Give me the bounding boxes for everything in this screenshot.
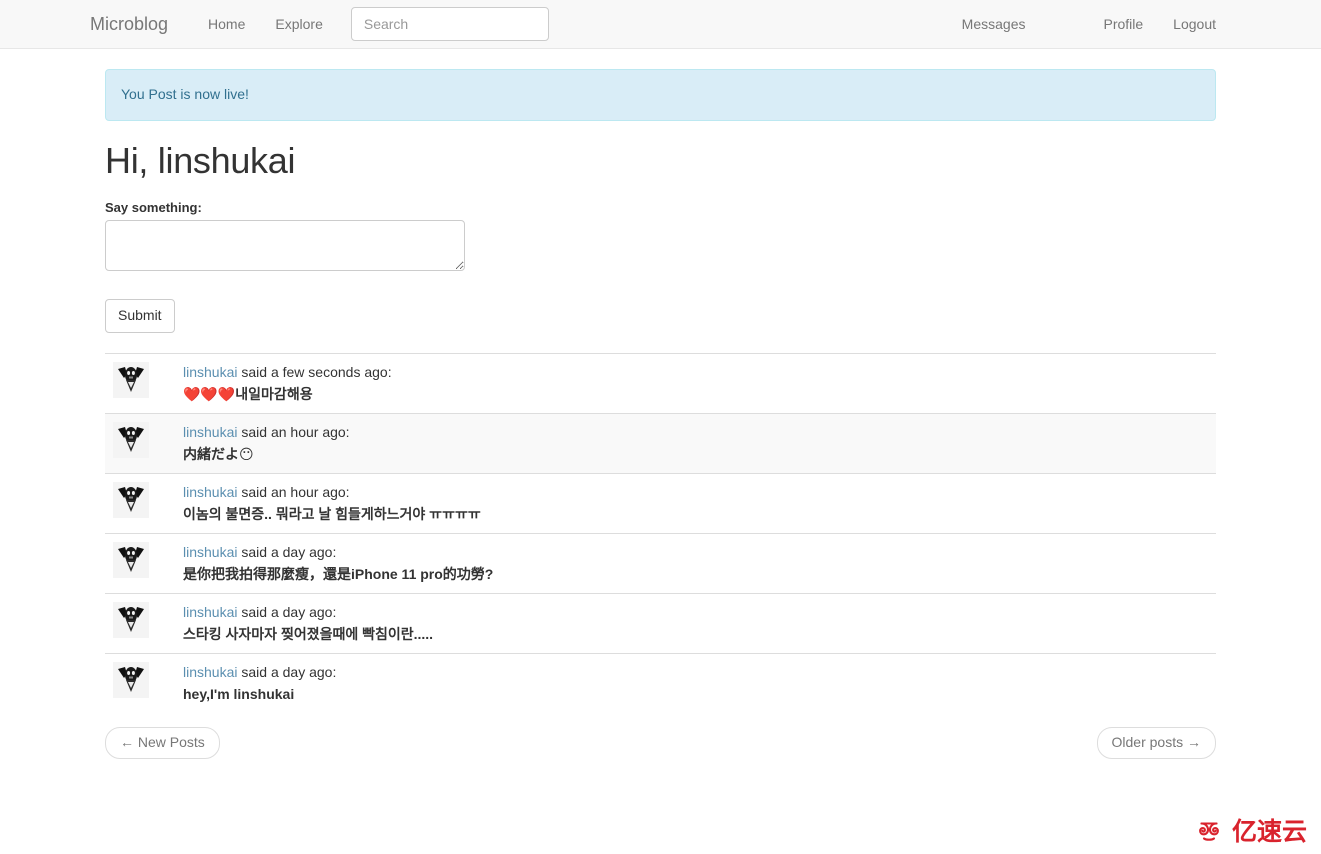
posts-table-body: linshukai said a few seconds ago: ❤️❤️❤️… [105, 353, 1216, 714]
avatar [113, 542, 149, 579]
post-avatar-cell [105, 534, 175, 594]
post-author-link[interactable]: linshukai [183, 544, 237, 560]
table-row: linshukai said a day ago: hey,I'm linshu… [105, 653, 1216, 714]
watermark: 亿速云 [1191, 817, 1307, 846]
post-meta: linshukai said a day ago: [183, 662, 1208, 682]
post-meta: linshukai said an hour ago: [183, 482, 1208, 502]
post-body: 是你把我拍得那麼瘦，還是iPhone 11 pro的功勞? [183, 566, 494, 583]
post-timestamp: said an hour ago: [241, 484, 350, 501]
table-row: linshukai said an hour ago: 이놈의 불면증.. 뭐라… [105, 473, 1216, 534]
post-avatar-cell [105, 354, 175, 414]
cloud-logo-icon [1191, 817, 1227, 846]
nav-item-explore[interactable]: Explore [260, 0, 337, 49]
flash-alert: You Post is now live! [105, 69, 1216, 121]
post-body: 이놈의 불면증.. 뭐라고 날 힘들게하느거야 ㅠㅠㅠㅠ [183, 506, 481, 523]
post-meta: linshukai said a day ago: [183, 602, 1208, 622]
pagination: ← New Posts Older posts → [105, 727, 1216, 777]
post-form: Say something: Submit [105, 200, 1216, 334]
table-row: linshukai said a day ago: 스타킹 사자마자 찢어졌을때… [105, 593, 1216, 654]
post-timestamp: said a day ago: [241, 604, 337, 621]
avatar [113, 422, 149, 459]
post-timestamp: said a few seconds ago: [241, 364, 392, 381]
posts-table: linshukai said a few seconds ago: ❤️❤️❤️… [105, 353, 1216, 713]
post-content-cell: linshukai said a day ago: 스타킹 사자마자 찢어졌을때… [175, 594, 1216, 654]
post-avatar-cell [105, 414, 175, 474]
post-author-link[interactable]: linshukai [183, 484, 237, 500]
top-navbar: Microblog Home Explore Messages Profile … [0, 0, 1321, 49]
main-container: You Post is now live! Hi, linshukai Say … [90, 69, 1231, 777]
table-row: linshukai said a day ago: 是你把我拍得那麼瘦，還是iP… [105, 533, 1216, 594]
nav-left-group: Home Explore [193, 0, 338, 48]
brand-logo[interactable]: Microblog [90, 14, 183, 34]
post-avatar-cell [105, 594, 175, 654]
page-title: Hi, linshukai [105, 139, 296, 181]
avatar [113, 662, 149, 699]
table-row: linshukai said an hour ago: 内緒だよ😶 [105, 413, 1216, 474]
post-meta: linshukai said a day ago: [183, 542, 1208, 562]
post-textarea[interactable] [105, 220, 465, 272]
post-form-group: Say something: [105, 200, 1216, 272]
post-author-link[interactable]: linshukai [183, 364, 237, 380]
watermark-text: 亿速云 [1231, 817, 1307, 846]
post-avatar-cell [105, 654, 175, 714]
avatar [113, 482, 149, 519]
search-input[interactable] [350, 7, 549, 41]
older-posts-button[interactable]: Older posts → [1096, 727, 1216, 760]
post-body: 스타킹 사자마자 찢어졌을때에 빡침이란..... [183, 626, 434, 643]
post-field-label: Say something: [105, 200, 202, 216]
post-author-link[interactable]: linshukai [183, 424, 237, 440]
nav-right-group: Messages Profile Logout [947, 0, 1231, 48]
post-author-link[interactable]: linshukai [183, 604, 237, 620]
post-content-cell: linshukai said an hour ago: 内緒だよ😶 [175, 414, 1216, 474]
post-content-cell: linshukai said a few seconds ago: ❤️❤️❤️… [175, 354, 1216, 414]
post-timestamp: said a day ago: [241, 664, 337, 681]
post-body: hey,I'm linshukai [183, 686, 295, 703]
post-author-link[interactable]: linshukai [183, 664, 237, 680]
post-avatar-cell [105, 474, 175, 534]
nav-item-home[interactable]: Home [193, 0, 260, 49]
post-meta: linshukai said an hour ago: [183, 422, 1208, 442]
newer-posts-button[interactable]: ← New Posts [105, 727, 220, 760]
nav-item-logout[interactable]: Logout [1158, 0, 1231, 49]
submit-button[interactable]: Submit [105, 299, 175, 334]
avatar [113, 602, 149, 639]
avatar [113, 362, 149, 399]
post-content-cell: linshukai said an hour ago: 이놈의 불면증.. 뭐라… [175, 474, 1216, 534]
nav-item-profile[interactable]: Profile [1088, 0, 1158, 49]
post-content-cell: linshukai said a day ago: 是你把我拍得那麼瘦，還是iP… [175, 534, 1216, 594]
search-form [350, 7, 549, 41]
post-timestamp: said an hour ago: [241, 424, 350, 441]
post-content-cell: linshukai said a day ago: hey,I'm linshu… [175, 654, 1216, 714]
post-timestamp: said a day ago: [241, 544, 337, 561]
post-body: 内緒だよ😶 [183, 446, 254, 463]
nav-item-messages[interactable]: Messages [947, 0, 1041, 49]
post-body: ❤️❤️❤️내일마감해용 [183, 386, 313, 403]
post-meta: linshukai said a few seconds ago: [183, 362, 1208, 382]
table-row: linshukai said a few seconds ago: ❤️❤️❤️… [105, 353, 1216, 414]
